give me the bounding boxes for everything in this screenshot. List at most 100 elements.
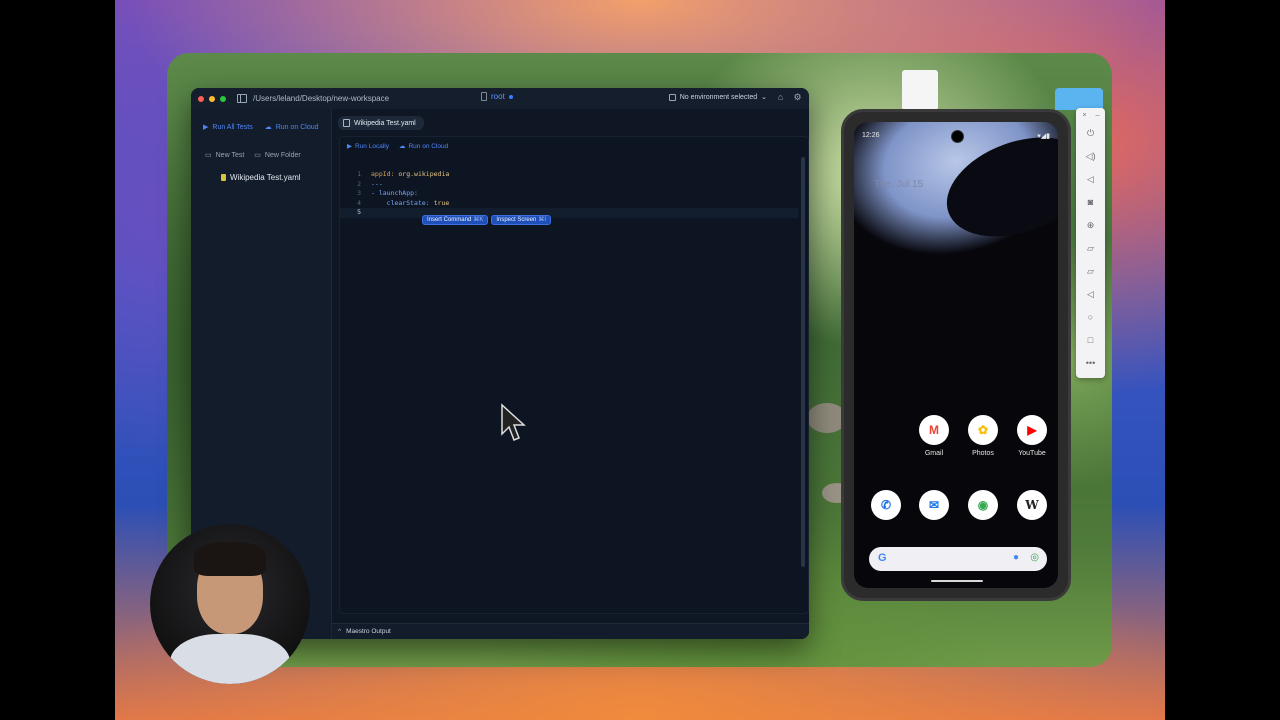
new-test-button[interactable]: New Test xyxy=(216,152,245,159)
chrome-glyph: ◉ xyxy=(977,498,989,512)
gmail-glyph: M xyxy=(929,423,939,437)
chevron-up-icon: ^ xyxy=(338,628,342,635)
home-indicator[interactable] xyxy=(931,580,983,582)
photos-glyph: ✿ xyxy=(977,423,989,437)
editor-scrollbar[interactable] xyxy=(801,157,805,567)
photos-icon[interactable]: ✿ xyxy=(968,415,998,445)
maestro-output-label: Maestro Output xyxy=(346,628,391,635)
insert-command-button[interactable]: Insert Command ⌘K xyxy=(421,215,489,225)
connected-dot-icon xyxy=(508,94,513,99)
sidebar-toggle-icon[interactable] xyxy=(237,94,247,103)
editor-panel: ▶ Run Locally ☁ Run on Cloud 1 appId: or… xyxy=(339,136,809,614)
play-icon: ▶ xyxy=(347,143,352,150)
minimize-icon[interactable]: – xyxy=(1092,110,1103,121)
rotate-right-icon[interactable]: ▱ xyxy=(1085,266,1096,277)
inspect-screen-label: Inspect Screen xyxy=(496,217,537,223)
run-all-tests-button[interactable]: Run All Tests xyxy=(212,124,252,131)
yaml-value: true xyxy=(429,198,450,207)
folder-icon[interactable]: ⌂ xyxy=(776,93,785,102)
tab-label: Wikipedia Test.yaml xyxy=(354,119,416,127)
code-editor[interactable]: 1 appId: org.wikipedia 2 --- 3 - launchA… xyxy=(340,170,798,225)
wikipedia-glyph: W xyxy=(1025,498,1039,512)
desktop-folder-icon[interactable] xyxy=(1055,88,1103,110)
messages-glyph: ✉ xyxy=(928,498,940,512)
rotate-left-icon[interactable]: ▱ xyxy=(1085,243,1096,254)
yaml-value: org.wikipedia xyxy=(394,170,450,178)
environment-label: No environment selected xyxy=(679,93,758,101)
run-locally-label: Run Locally xyxy=(355,142,389,150)
youtube-glyph: ▶ xyxy=(1027,423,1037,437)
presenter-hair xyxy=(194,542,266,576)
gmail-icon[interactable]: M xyxy=(919,415,949,445)
camera-icon[interactable]: ◙ xyxy=(1085,197,1096,208)
close-window-button[interactable] xyxy=(198,95,204,102)
new-test-icon: ▭ xyxy=(205,152,212,159)
photos-label: Photos xyxy=(972,450,994,457)
line-number: 4 xyxy=(357,198,361,207)
phone-icon xyxy=(481,92,487,101)
cloud-icon: ☁ xyxy=(398,143,406,150)
phone-glyph: ✆ xyxy=(880,498,892,512)
code-line: 1 appId: org.wikipedia xyxy=(340,170,798,180)
line-number: 3 xyxy=(357,189,361,197)
desktop-file-icon[interactable] xyxy=(902,70,938,110)
zoom-icon[interactable]: ⊕ xyxy=(1085,220,1096,231)
yaml-file-icon xyxy=(221,174,226,181)
mouse-pointer-icon xyxy=(501,403,526,441)
overview-icon[interactable]: □ xyxy=(1085,335,1096,346)
gmail-label: Gmail xyxy=(924,450,944,457)
google-g-icon: G xyxy=(878,552,887,564)
code-line: 3 - launchApp: xyxy=(340,189,798,199)
phone-dialer-icon[interactable]: ✆ xyxy=(871,490,901,520)
more-icon[interactable]: ••• xyxy=(1085,358,1096,369)
presenter-shirt xyxy=(170,634,290,684)
environment-icon xyxy=(668,93,676,101)
volume-up-icon[interactable]: ◁) xyxy=(1085,151,1096,162)
run-locally-button[interactable]: ▶ Run Locally xyxy=(347,142,389,151)
title-bar: /Users/leland/Desktop/new-workspace root… xyxy=(191,88,809,110)
yaml-separator: --- xyxy=(371,179,383,188)
file-name: Wikipedia Test.yaml xyxy=(230,173,301,182)
code-line-current: 5 Insert Command ⌘K Inspect Screen ⌘I xyxy=(340,208,798,225)
zoom-window-button[interactable] xyxy=(220,95,226,102)
power-icon[interactable]: ⏻ xyxy=(1085,128,1096,139)
android-emulator: 12:26 ▾◢▮ Tue, Jul 15 M Gmail ✿ Photos ▶… xyxy=(841,109,1071,601)
lens-icon[interactable]: ◎ xyxy=(1030,552,1039,563)
back-icon[interactable]: ◁ xyxy=(1085,289,1096,300)
run-on-cloud-editor-button[interactable]: ☁ Run on Cloud xyxy=(398,142,448,151)
yaml-command: - launchApp: xyxy=(371,189,418,197)
workspace-path: /Users/leland/Desktop/new-workspace xyxy=(253,94,390,103)
webcam-overlay xyxy=(150,524,310,684)
camera-cutout xyxy=(951,130,964,143)
environment-selector[interactable]: No environment selected ⌄ xyxy=(668,93,767,101)
window-controls xyxy=(198,95,226,102)
minimize-window-button[interactable] xyxy=(209,95,215,102)
device-name: root xyxy=(491,92,505,101)
volume-down-icon[interactable]: ◁ xyxy=(1085,174,1096,185)
messages-icon[interactable]: ✉ xyxy=(919,490,949,520)
new-folder-button[interactable]: New Folder xyxy=(265,152,301,159)
google-search-bar[interactable]: G ● ◎ xyxy=(869,547,1047,571)
run-on-cloud-button[interactable]: Run on Cloud xyxy=(276,124,319,131)
youtube-icon[interactable]: ▶ xyxy=(1017,415,1047,445)
battery-icon: ▾◢▮ xyxy=(1037,133,1050,140)
chrome-icon[interactable]: ◉ xyxy=(968,490,998,520)
tab-wikipedia-test[interactable]: Wikipedia Test.yaml xyxy=(338,116,424,130)
device-selector[interactable]: root xyxy=(481,92,513,101)
close-icon[interactable]: × xyxy=(1079,110,1090,121)
microphone-icon[interactable]: ● xyxy=(1013,552,1019,563)
line-number: 1 xyxy=(357,170,361,178)
home-icon[interactable]: ○ xyxy=(1085,312,1096,323)
emulator-toolbar: × – ⏻ ◁) ◁ ◙ ⊕ ▱ ▱ ◁ ○ □ ••• xyxy=(1076,108,1105,378)
maestro-output-panel[interactable]: ^ Maestro Output xyxy=(332,623,809,639)
inspect-screen-button[interactable]: Inspect Screen ⌘I xyxy=(491,215,552,225)
gear-icon[interactable]: ⚙ xyxy=(793,93,802,102)
editor-area: Wikipedia Test.yaml ▶ Run Locally ☁ Run … xyxy=(332,109,809,639)
wikipedia-icon[interactable]: W xyxy=(1017,490,1047,520)
phone-screen[interactable]: 12:26 ▾◢▮ Tue, Jul 15 M Gmail ✿ Photos ▶… xyxy=(854,122,1058,588)
file-tree-item[interactable]: Wikipedia Test.yaml xyxy=(221,173,301,182)
chevron-down-icon: ⌄ xyxy=(761,94,767,101)
line-number: 2 xyxy=(357,179,361,188)
shortcut-hint: ⌘K xyxy=(473,217,484,223)
new-folder-icon: ▭ xyxy=(254,152,261,159)
